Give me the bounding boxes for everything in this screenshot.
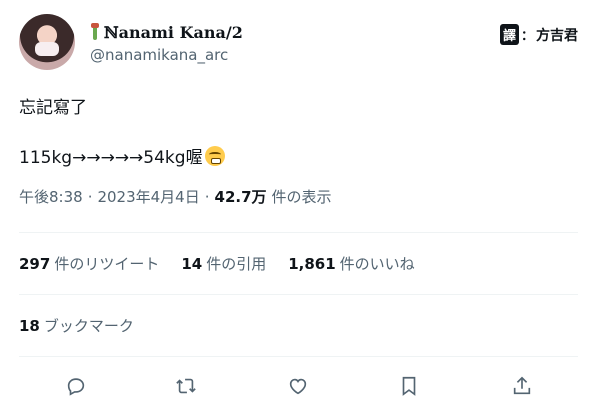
share-icon <box>513 376 531 395</box>
like-button[interactable] <box>285 373 311 399</box>
bookmarks-count: 18 <box>19 317 40 335</box>
watermark-name: 方吉君 <box>536 27 578 44</box>
divider <box>19 294 578 295</box>
likes-label: 件のいいね <box>339 255 415 273</box>
bookmarks-stat[interactable]: 18 ブックマーク <box>19 315 134 336</box>
grimacing-face-icon <box>204 145 225 166</box>
watermark-badge: 譯 <box>499 24 519 45</box>
tweet-date[interactable]: 2023年4月4日 <box>97 186 199 207</box>
tweet-text-line-1: 忘記寫了 <box>19 98 87 118</box>
bookmarks-label: ブックマーク <box>43 317 134 335</box>
display-name[interactable]: ℕanami Kana/2 <box>104 23 243 42</box>
divider <box>19 232 578 233</box>
divider <box>19 356 578 357</box>
retweets-stat[interactable]: 297 件のリツイート <box>19 253 159 274</box>
bamboo-icon <box>90 23 100 41</box>
reply-icon <box>67 378 85 396</box>
tweet-text-line-2: 115kg→→→→→54kg喔 <box>19 143 225 168</box>
watermark-separator: ： <box>520 29 534 44</box>
retweet-button[interactable] <box>173 373 199 399</box>
retweets-label: 件のリツイート <box>54 255 160 273</box>
retweets-count: 297 <box>19 255 51 273</box>
author-handle[interactable]: @nanamikana_arc <box>90 46 228 64</box>
avatar[interactable] <box>19 14 75 70</box>
quotes-stat[interactable]: 14 件の引用 <box>181 253 266 274</box>
tweet-text-body: 115kg→→→→→54kg喔 <box>19 148 203 168</box>
engagement-stats: 297 件のリツイート 14 件の引用 1,861 件のいいね <box>19 253 415 274</box>
quotes-count: 14 <box>181 255 203 273</box>
bookmark-icon <box>402 376 416 396</box>
likes-count: 1,861 <box>288 255 336 273</box>
views-label: 件の表示 <box>271 188 332 206</box>
action-bar <box>0 369 598 405</box>
author-name[interactable]: ℕanami Kana/2 <box>90 20 243 44</box>
meta-separator: · <box>204 187 210 206</box>
translator-watermark: 譯 ： 方吉君 <box>499 24 578 45</box>
reply-button[interactable] <box>63 373 89 399</box>
quotes-label: 件の引用 <box>206 255 267 273</box>
tweet-meta: 午後8:38 · 2023年4月4日 · 42.7万 件の表示 <box>19 186 332 207</box>
views-count: 42.7万 <box>214 188 267 206</box>
avatar-mask <box>35 42 59 56</box>
share-button[interactable] <box>509 373 535 399</box>
meta-separator: · <box>87 187 93 206</box>
retweet-icon <box>176 378 196 394</box>
tweet-time[interactable]: 午後8:38 <box>19 186 83 207</box>
like-icon <box>289 378 307 395</box>
likes-stat[interactable]: 1,861 件のいいね <box>288 253 414 274</box>
bookmark-button[interactable] <box>396 373 422 399</box>
